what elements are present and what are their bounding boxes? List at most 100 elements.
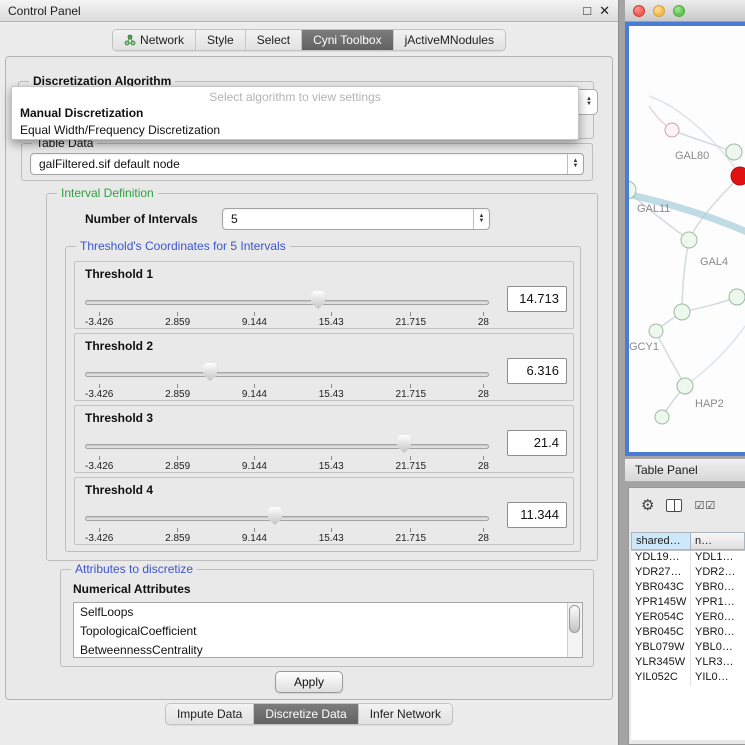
- table-cell[interactable]: YIL052C: [631, 671, 691, 686]
- app-root: Control Panel □ ✕ Network: [0, 0, 745, 745]
- table-cell[interactable]: YDR2…: [691, 566, 745, 581]
- node-label: GCY1: [629, 341, 659, 353]
- table-cell[interactable]: YBR045C: [631, 626, 691, 641]
- table-cell[interactable]: YLR345W: [631, 656, 691, 671]
- threshold-value-field[interactable]: 11.344: [507, 502, 567, 528]
- table-row[interactable]: YPR145W YPR1…: [631, 596, 745, 611]
- table-header-row: shared… n…: [631, 532, 745, 550]
- list-scrollbar[interactable]: [567, 603, 582, 657]
- slider-thumb[interactable]: [268, 507, 282, 525]
- threshold-value-field[interactable]: 21.4: [507, 430, 567, 456]
- threshold-value-field[interactable]: 6.316: [507, 358, 567, 384]
- tab-style[interactable]: Style: [196, 30, 246, 50]
- tick-label: 28: [478, 312, 489, 328]
- table-row[interactable]: YLR345W YLR3…: [631, 656, 745, 671]
- zoom-button[interactable]: [673, 5, 685, 17]
- table-row[interactable]: YIL052C YIL0…: [631, 671, 745, 686]
- slider-track[interactable]: [85, 444, 489, 449]
- table-cell[interactable]: YBR043C: [631, 581, 691, 596]
- dropdown-option-equal-width-frequency[interactable]: Equal Width/Frequency Discretization: [12, 122, 578, 139]
- network-node[interactable]: [674, 304, 690, 320]
- gear-icon[interactable]: ⚙: [641, 496, 654, 514]
- threshold-value-field[interactable]: 14.713: [507, 286, 567, 312]
- slider-tick-labels: -3.426 2.859 9.144 15.43 21.715 28: [85, 528, 489, 544]
- columns-icon[interactable]: [666, 499, 682, 512]
- list-item[interactable]: BetweennessCentrality: [74, 641, 582, 658]
- network-node-selected[interactable]: [731, 167, 745, 185]
- network-node[interactable]: [681, 232, 697, 248]
- close-button[interactable]: [633, 5, 645, 17]
- network-node[interactable]: [655, 410, 669, 424]
- list-item[interactable]: TopologicalCoefficient: [74, 622, 582, 641]
- column-header-shared-name[interactable]: shared…: [631, 532, 691, 550]
- table-cell[interactable]: YPR145W: [631, 596, 691, 611]
- network-node[interactable]: [726, 144, 742, 160]
- table-row[interactable]: YDL19… YDL1…: [631, 551, 745, 566]
- threshold-slider[interactable]: [85, 504, 489, 526]
- numerical-attributes-list[interactable]: SelfLoops TopologicalCoefficient Between…: [73, 602, 583, 658]
- table-row[interactable]: YER054C YER0…: [631, 611, 745, 626]
- network-node[interactable]: [665, 123, 679, 137]
- tab-cyni-toolbox[interactable]: Cyni Toolbox: [302, 30, 393, 50]
- table-cell[interactable]: YBR0…: [691, 581, 745, 596]
- dropdown-option-manual-discretization[interactable]: Manual Discretization: [12, 105, 578, 122]
- table-cell[interactable]: YBR0…: [691, 626, 745, 641]
- slider-thumb[interactable]: [397, 435, 411, 453]
- algorithm-dropdown-popup: Select algorithm to view settings Manual…: [11, 86, 579, 140]
- float-window-icon[interactable]: □: [583, 3, 591, 19]
- tab-select[interactable]: Select: [246, 30, 302, 50]
- slider-track[interactable]: [85, 372, 489, 377]
- tab-discretize-data[interactable]: Discretize Data: [254, 704, 358, 724]
- number-of-intervals-combobox[interactable]: 5 ▲▼: [222, 208, 490, 230]
- table-cell[interactable]: YDL1…: [691, 551, 745, 566]
- column-header-name[interactable]: n…: [691, 532, 745, 550]
- tab-infer-network[interactable]: Infer Network: [359, 704, 452, 724]
- table-cell[interactable]: YBL079W: [631, 641, 691, 656]
- slider-thumb[interactable]: [311, 291, 325, 309]
- table-cell[interactable]: YLR3…: [691, 656, 745, 671]
- list-item[interactable]: SelfLoops: [74, 603, 582, 622]
- table-cell[interactable]: YER054C: [631, 611, 691, 626]
- network-edge: [649, 96, 740, 176]
- minimize-button[interactable]: [653, 5, 665, 17]
- network-canvas[interactable]: GAL80 GAL11 GAL4 GCY1 HAP2: [625, 22, 745, 456]
- combo-arrows-icon[interactable]: ▲▼: [567, 154, 583, 174]
- tab-label: Style: [207, 33, 234, 47]
- scrollbar-thumb[interactable]: [569, 605, 580, 633]
- threshold-slider[interactable]: [85, 288, 489, 310]
- tick-label: 21.715: [396, 456, 427, 472]
- close-window-icon[interactable]: ✕: [599, 3, 610, 19]
- tick-label: -3.426: [85, 528, 113, 544]
- network-node[interactable]: [729, 289, 745, 305]
- tab-impute-data[interactable]: Impute Data: [166, 704, 254, 724]
- table-data-combobox[interactable]: galFiltered.sif default node ▲▼: [30, 153, 584, 175]
- table-row[interactable]: YBR045C YBR0…: [631, 626, 745, 641]
- slider-track[interactable]: [85, 516, 489, 521]
- network-edge: [689, 176, 740, 240]
- combo-arrows-icon[interactable]: ▲▼: [581, 97, 597, 107]
- combo-arrows-icon[interactable]: ▲▼: [473, 209, 489, 229]
- tab-network[interactable]: Network: [113, 30, 196, 50]
- network-node[interactable]: [649, 324, 663, 338]
- slider-track[interactable]: [85, 300, 489, 305]
- table-row[interactable]: YBR043C YBR0…: [631, 581, 745, 596]
- slider-thumb[interactable]: [203, 363, 217, 381]
- table-cell[interactable]: YIL0…: [691, 671, 745, 686]
- table-cell[interactable]: YDL19…: [631, 551, 691, 566]
- select-columns-icons[interactable]: ☑☑: [694, 499, 716, 512]
- table-cell[interactable]: YBL0…: [691, 641, 745, 656]
- dropdown-placeholder-option[interactable]: Select algorithm to view settings: [12, 87, 578, 105]
- threshold-slider[interactable]: [85, 432, 489, 454]
- tab-label: jActiveMNodules: [405, 33, 494, 47]
- tick-label: 21.715: [396, 384, 427, 400]
- network-node[interactable]: [677, 378, 693, 394]
- tick-label: 2.859: [165, 456, 190, 472]
- table-cell[interactable]: YDR27…: [631, 566, 691, 581]
- table-cell[interactable]: YPR1…: [691, 596, 745, 611]
- apply-button[interactable]: Apply: [275, 671, 343, 693]
- threshold-slider[interactable]: [85, 360, 489, 382]
- tab-jactivemnodules[interactable]: jActiveMNodules: [394, 30, 505, 50]
- table-cell[interactable]: YER0…: [691, 611, 745, 626]
- table-row[interactable]: YDR27… YDR2…: [631, 566, 745, 581]
- table-row[interactable]: YBL079W YBL0…: [631, 641, 745, 656]
